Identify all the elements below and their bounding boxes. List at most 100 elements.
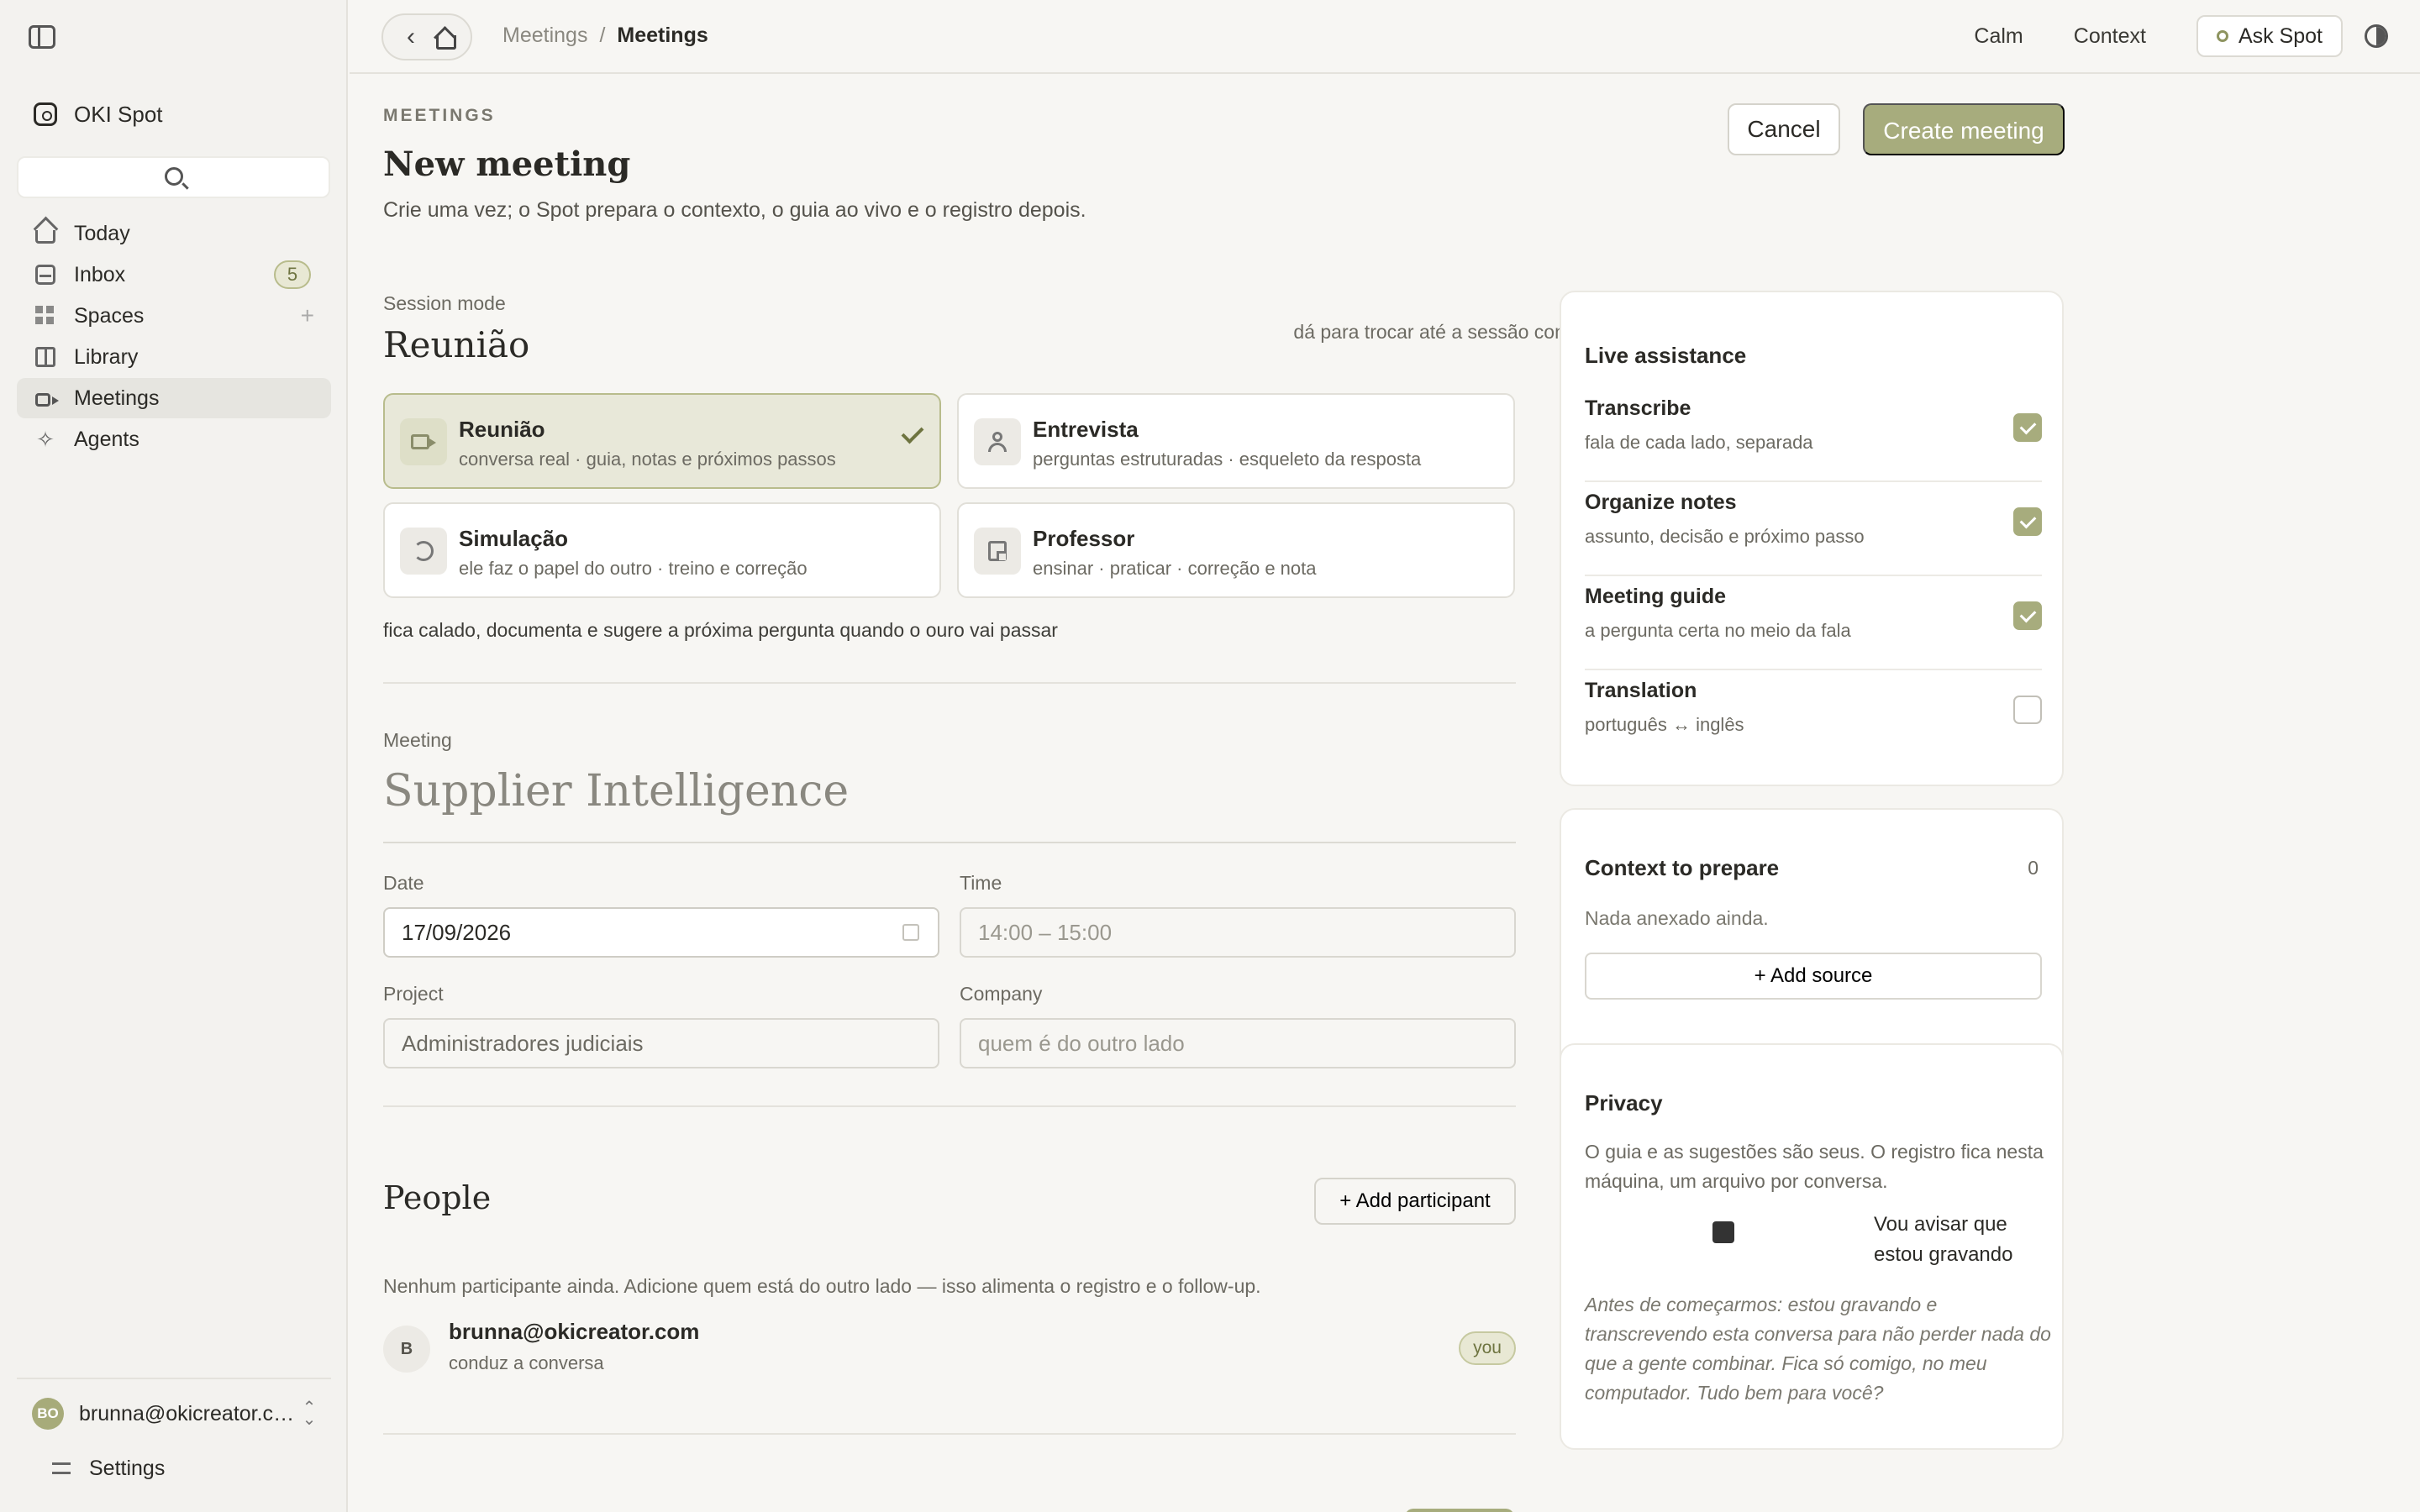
sidebar-nav: Today Inbox 5 Spaces + Library Meetings … bbox=[17, 213, 331, 460]
participant-email: brunna@okicreator.com bbox=[449, 1319, 700, 1344]
translation-checkbox[interactable] bbox=[2013, 696, 2042, 724]
panel-title: Live assistance bbox=[1585, 343, 1747, 368]
cancel-button[interactable]: Cancel bbox=[1728, 103, 1840, 155]
calendar-icon[interactable] bbox=[902, 924, 919, 941]
sidebar-toggle-icon[interactable] bbox=[29, 25, 55, 49]
option-translation[interactable]: Translation português ↔ inglês bbox=[1585, 670, 2042, 764]
search-icon bbox=[165, 167, 183, 186]
home-icon bbox=[35, 230, 55, 244]
option-transcribe[interactable]: Transcribe fala de cada lado, separada bbox=[1585, 388, 2042, 482]
meeting-label: Meeting bbox=[383, 729, 452, 751]
mode-desc: ensinar · praticar · correção e nota bbox=[1033, 558, 1317, 579]
topbar-actions: Calm Context Ask Spot bbox=[1974, 15, 2388, 57]
video-icon bbox=[411, 434, 436, 449]
divider bbox=[17, 1378, 331, 1379]
theme-toggle-icon[interactable] bbox=[2365, 24, 2388, 48]
context-button[interactable]: Context bbox=[2074, 24, 2146, 49]
inbox-count-badge: 5 bbox=[274, 260, 311, 289]
home-icon[interactable] bbox=[434, 27, 457, 50]
calm-button[interactable]: Calm bbox=[1974, 24, 2023, 49]
sidebar-item-label: Inbox bbox=[74, 262, 126, 286]
sidebar-item-label: Meetings bbox=[74, 386, 160, 410]
sliders-icon bbox=[52, 1460, 71, 1477]
organize-notes-checkbox[interactable] bbox=[2013, 507, 2042, 536]
mode-desc: conversa real · guia, notas e próximos p… bbox=[459, 449, 836, 470]
project-field[interactable]: Administradores judiciais bbox=[383, 1018, 939, 1068]
grid-icon bbox=[35, 306, 55, 326]
inbox-icon bbox=[35, 265, 55, 285]
meeting-title-input[interactable]: Supplier Intelligence bbox=[383, 766, 849, 816]
recording-notice-checkbox[interactable] bbox=[1712, 1221, 1734, 1243]
sidebar-item-label: Spaces bbox=[74, 303, 145, 328]
sidebar: OKI Spot Today Inbox 5 Spaces + Library … bbox=[0, 0, 348, 1512]
sidebar-item-inbox[interactable]: Inbox 5 bbox=[17, 255, 331, 295]
option-meeting-guide[interactable]: Meeting guide a pergunta certa no meio d… bbox=[1585, 576, 2042, 670]
breadcrumb-current: Meetings bbox=[617, 24, 708, 47]
option-desc: fala de cada lado, separada bbox=[1585, 432, 1813, 453]
mode-name: Entrevista bbox=[1033, 417, 1139, 442]
option-organize-notes[interactable]: Organize notes assunto, decisão e próxim… bbox=[1585, 482, 2042, 576]
brand[interactable]: OKI Spot bbox=[34, 97, 163, 131]
add-participant-button[interactable]: + Add participant bbox=[1314, 1178, 1516, 1225]
mode-name: Professor bbox=[1033, 526, 1135, 551]
mode-card-simulacao[interactable]: Simulação ele faz o papel do outro · tre… bbox=[383, 502, 941, 598]
option-desc: assunto, decisão e próximo passo bbox=[1585, 526, 1865, 547]
divider bbox=[383, 1105, 1516, 1107]
sidebar-item-spaces[interactable]: Spaces + bbox=[17, 296, 331, 336]
mode-card-professor[interactable]: Professor ensinar · praticar · correção … bbox=[957, 502, 1515, 598]
panel-title: Context to prepare bbox=[1585, 855, 1780, 880]
add-space-button[interactable]: + bbox=[301, 302, 314, 329]
nav-controls: ‹ bbox=[381, 13, 472, 60]
ask-spot-button[interactable]: Ask Spot bbox=[2196, 15, 2343, 57]
reload-icon bbox=[413, 541, 434, 561]
mode-card-entrevista[interactable]: Entrevista perguntas estruturadas · esqu… bbox=[957, 393, 1515, 489]
breadcrumb: Meetings / Meetings bbox=[502, 24, 708, 48]
mode-name: Reunião bbox=[459, 417, 545, 442]
page-title: New meeting bbox=[383, 144, 631, 184]
settings-label: Settings bbox=[89, 1456, 166, 1480]
meeting-guide-checkbox[interactable] bbox=[2013, 601, 2042, 630]
sidebar-item-label: Agents bbox=[74, 427, 139, 451]
title-underline bbox=[383, 842, 1516, 843]
date-field[interactable]: 17/09/2026 bbox=[383, 907, 939, 958]
breadcrumb-link[interactable]: Meetings bbox=[502, 24, 587, 48]
avatar: BO bbox=[32, 1398, 64, 1430]
breadcrumb-separator: / bbox=[599, 24, 606, 47]
add-source-button[interactable]: + Add source bbox=[1585, 953, 2042, 1000]
transcribe-checkbox[interactable] bbox=[2013, 413, 2042, 442]
company-field[interactable]: quem é do outro lado bbox=[960, 1018, 1516, 1068]
user-email: brunna@okicreator.com bbox=[79, 1401, 301, 1425]
sparkle-icon: ✧ bbox=[36, 427, 55, 452]
mode-name: Simulação bbox=[459, 526, 569, 551]
back-icon[interactable]: ‹ bbox=[398, 24, 424, 50]
option-name: Meeting guide bbox=[1585, 585, 1727, 608]
footer-button[interactable] bbox=[1405, 1509, 1514, 1512]
date-value: 17/09/2026 bbox=[402, 920, 512, 945]
mode-card-reuniao[interactable]: Reunião conversa real · guia, notas e pr… bbox=[383, 393, 941, 489]
mode-icon bbox=[974, 528, 1021, 575]
option-desc: português ↔ inglês bbox=[1585, 714, 1744, 735]
session-mode-label: Session mode bbox=[383, 292, 506, 314]
sidebar-item-library[interactable]: Library bbox=[17, 337, 331, 377]
note-icon bbox=[988, 541, 1007, 561]
create-meeting-button[interactable]: Create meeting bbox=[1863, 103, 2065, 155]
person-icon bbox=[988, 432, 1007, 452]
option-desc: a pergunta certa no meio da fala bbox=[1585, 620, 1851, 641]
project-label: Project bbox=[383, 983, 444, 1005]
status-dot-icon bbox=[2216, 30, 2228, 42]
recording-notice-label: Vou avisar que estou gravando bbox=[1874, 1213, 2013, 1266]
company-label: Company bbox=[960, 983, 1043, 1005]
search-input[interactable] bbox=[17, 156, 330, 198]
option-name: Transcribe bbox=[1585, 396, 1691, 420]
option-name: Translation bbox=[1585, 679, 1697, 702]
sidebar-item-agents[interactable]: ✧ Agents bbox=[17, 419, 331, 459]
page-subtitle: Crie uma vez; o Spot prepara o contexto,… bbox=[383, 198, 1086, 222]
divider bbox=[383, 1433, 1516, 1435]
settings-button[interactable]: Settings bbox=[52, 1452, 165, 1485]
time-field[interactable]: 14:00 – 15:00 bbox=[960, 907, 1516, 958]
privacy-text: O guia e as sugestões são seus. O regist… bbox=[1585, 1141, 2044, 1192]
user-menu[interactable]: BO brunna@okicreator.com ⌃ ⌄ bbox=[32, 1397, 318, 1431]
mode-desc: perguntas estruturadas · esqueleto da re… bbox=[1033, 449, 1422, 470]
sidebar-item-today[interactable]: Today bbox=[17, 213, 331, 254]
sidebar-item-meetings[interactable]: Meetings bbox=[17, 378, 331, 418]
